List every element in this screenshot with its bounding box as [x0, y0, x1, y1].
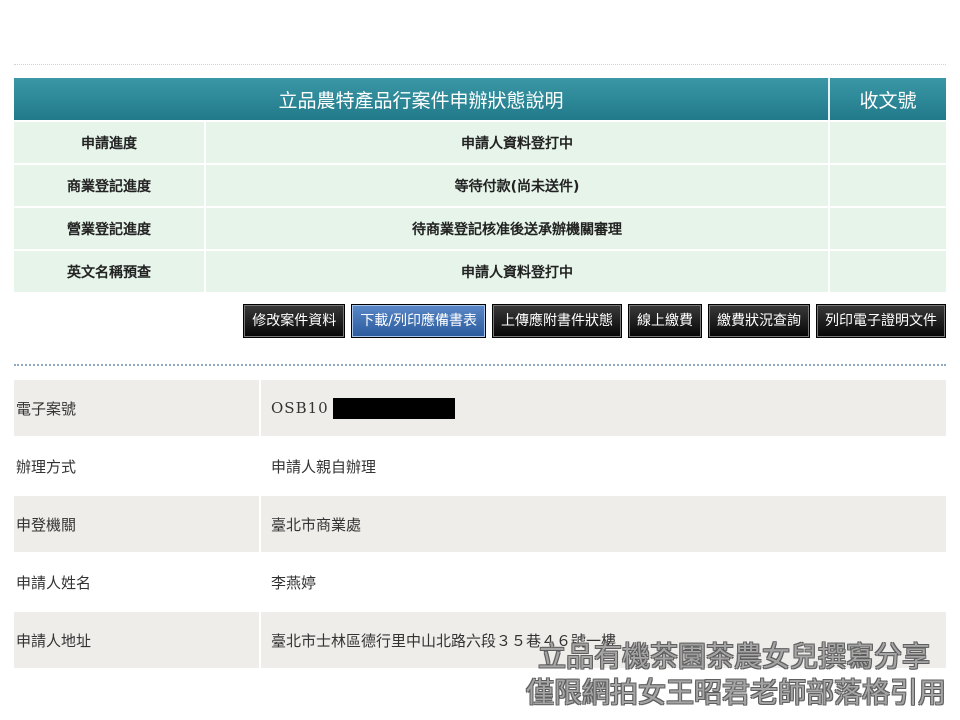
status-row-label: 商業登記進度	[14, 163, 206, 206]
status-row-application: 申請進度 申請人資料登打中	[14, 120, 946, 163]
detail-row-method: 辦理方式 申請人親自辦理	[14, 436, 946, 494]
status-row-value: 申請人資料登打中	[206, 249, 830, 292]
agency-value: 臺北市商業處	[261, 494, 946, 552]
payment-status-query-button[interactable]: 繳費狀況查詢	[708, 304, 810, 338]
status-row-value: 申請人資料登打中	[206, 120, 830, 163]
status-row-receipt	[830, 249, 946, 292]
method-value: 申請人親自辦理	[261, 436, 946, 494]
action-button-bar: 修改案件資料 下載/列印應備書表 上傳應附書件狀態 線上繳費 繳費狀況查詢 列印…	[243, 304, 946, 338]
download-print-forms-button[interactable]: 下載/列印應備書表	[351, 304, 486, 338]
detail-row-case-number: 電子案號 OSB10	[14, 380, 946, 436]
case-number-value: OSB10	[261, 380, 946, 436]
status-row-label: 英文名稱預查	[14, 249, 206, 292]
top-divider	[14, 64, 946, 65]
upload-attachments-status-button[interactable]: 上傳應附書件狀態	[492, 304, 622, 338]
method-label: 辦理方式	[14, 436, 261, 494]
receipt-number-header: 收文號	[830, 78, 946, 120]
status-row-operation-registration: 營業登記進度 待商業登記核准後送承辦機關審理	[14, 206, 946, 249]
applicant-address-label: 申請人地址	[14, 610, 261, 668]
applicant-name-value: 李燕婷	[261, 552, 946, 610]
online-payment-button[interactable]: 線上繳費	[628, 304, 702, 338]
watermark-line-1: 立品有機茶園茶農女兒撰寫分享	[537, 640, 930, 673]
case-number-prefix: OSB10	[271, 398, 329, 417]
middle-divider	[14, 364, 946, 366]
status-row-value: 待商業登記核准後送承辦機關審理	[206, 206, 830, 249]
status-table-title: 立品農特產品行案件申辦狀態說明	[14, 78, 830, 120]
status-row-value: 等待付款(尚未送件)	[206, 163, 830, 206]
status-row-english-name: 英文名稱預查 申請人資料登打中	[14, 249, 946, 292]
print-e-certificate-button[interactable]: 列印電子證明文件	[816, 304, 946, 338]
status-header-row: 立品農特產品行案件申辦狀態說明 收文號	[14, 78, 946, 120]
detail-row-applicant-name: 申請人姓名 李燕婷	[14, 552, 946, 610]
status-row-receipt	[830, 163, 946, 206]
applicant-name-label: 申請人姓名	[14, 552, 261, 610]
status-row-business-registration: 商業登記進度 等待付款(尚未送件)	[14, 163, 946, 206]
case-detail-table: 電子案號 OSB10 辦理方式 申請人親自辦理 申登機關 臺北市商業處 申請人姓…	[14, 380, 946, 668]
status-row-receipt	[830, 206, 946, 249]
status-row-receipt	[830, 120, 946, 163]
redaction-block	[332, 397, 455, 419]
status-row-label: 營業登記進度	[14, 206, 206, 249]
detail-row-agency: 申登機關 臺北市商業處	[14, 494, 946, 552]
watermark-line-2: 僅限網拍女王昭君老師部落格引用	[525, 676, 946, 709]
status-row-label: 申請進度	[14, 120, 206, 163]
case-number-label: 電子案號	[14, 380, 261, 436]
edit-case-button[interactable]: 修改案件資料	[243, 304, 346, 338]
agency-label: 申登機關	[14, 494, 261, 552]
case-status-table: 立品農特產品行案件申辦狀態說明 收文號 申請進度 申請人資料登打中 商業登記進度…	[14, 78, 946, 292]
